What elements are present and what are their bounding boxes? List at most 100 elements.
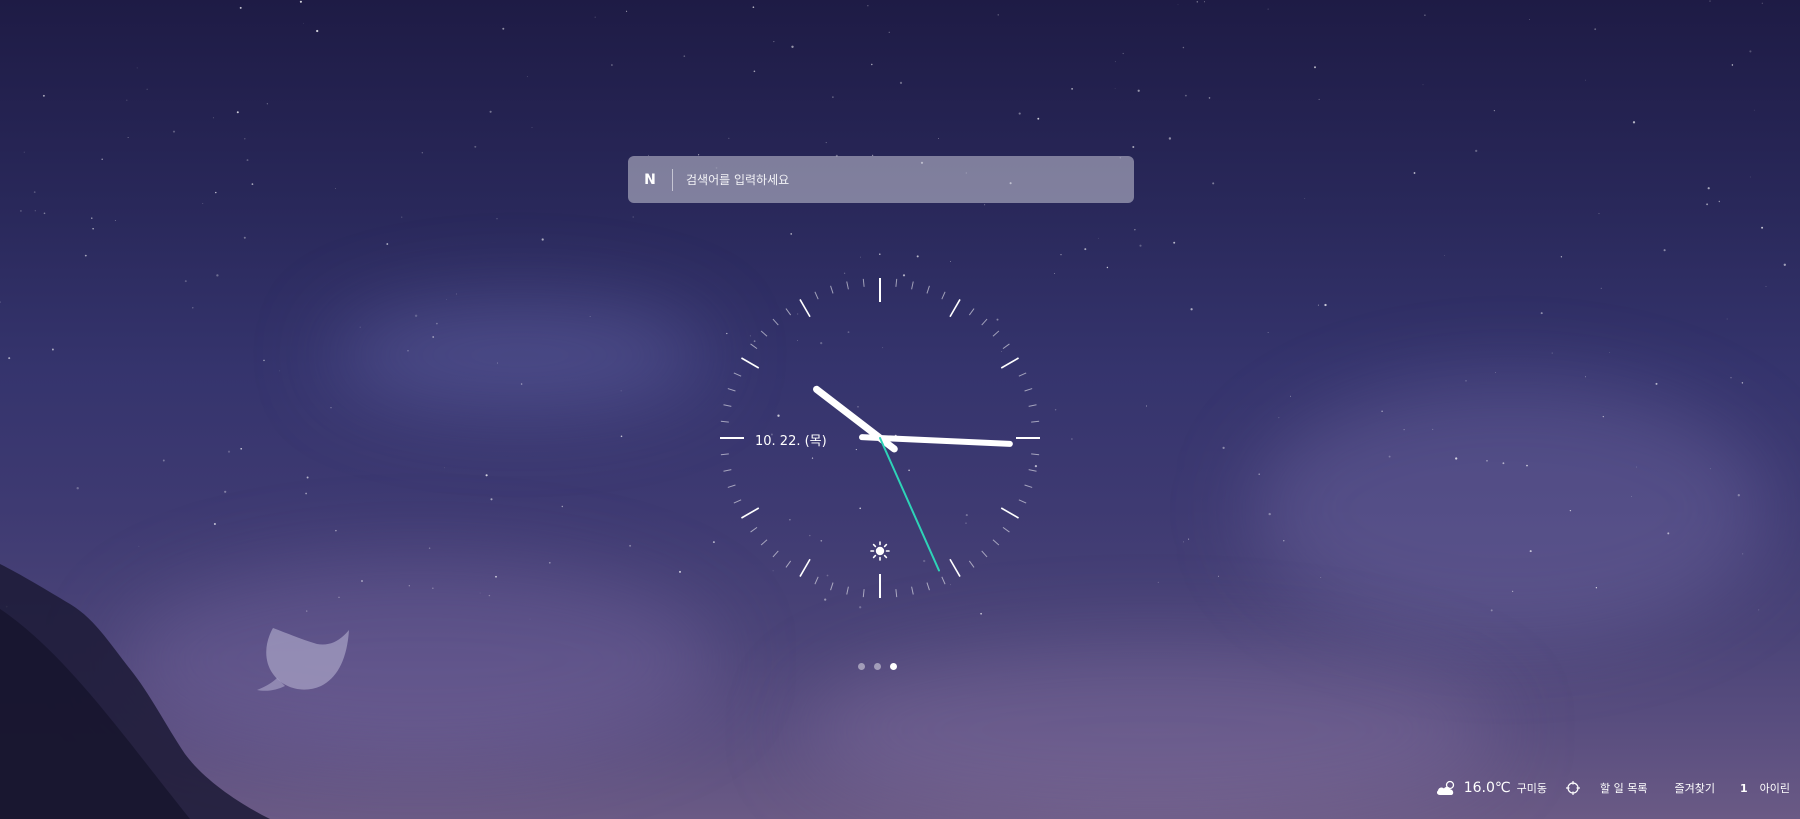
star [51,348,54,351]
star [1540,312,1543,315]
star [1569,509,1572,512]
naver-logo-icon[interactable]: N [628,156,672,203]
star [1283,540,1285,542]
star [1602,415,1604,418]
star [0,301,1,303]
star [495,575,497,578]
clock-tick [760,330,768,337]
clock-tick [1028,404,1037,407]
todo-list-link[interactable]: 할 일 목록 [1600,780,1647,796]
star [1183,541,1184,543]
star [1267,332,1269,333]
star [488,594,491,597]
star [212,117,215,119]
star [860,256,861,258]
star [531,127,533,128]
star [620,435,623,438]
star [529,618,531,620]
account-count-badge[interactable]: 1 [1740,782,1748,795]
star [496,218,498,220]
star [1318,98,1320,100]
clock-tick [1000,507,1019,519]
star [386,243,389,245]
star [871,63,873,66]
star [1413,172,1416,174]
clock-tick [846,586,849,595]
clock-tick [723,404,732,407]
star [1600,287,1602,290]
star [1208,97,1211,99]
star [1749,176,1751,178]
star [1765,286,1767,287]
star [1475,149,1478,153]
clock-tick [733,372,742,377]
star [244,138,246,140]
star [496,362,498,364]
weather-widget[interactable]: 16.0℃ 구미동 [1436,780,1566,796]
clock-tick [760,539,768,546]
star [101,158,103,160]
clock-tick [785,560,792,568]
clock-tick [968,560,975,568]
star [1268,512,1271,516]
star [33,191,36,193]
star [335,529,337,532]
star [1267,8,1269,10]
star [1258,473,1260,475]
clock-tick [926,582,930,591]
page-dot-3[interactable] [890,663,897,670]
star [414,314,418,317]
clock-tick [941,291,946,300]
crosshair-icon[interactable] [1566,781,1580,795]
clock-tick [1002,343,1010,350]
star [263,359,265,362]
star [980,612,982,615]
star [1097,237,1099,239]
star [266,103,268,105]
clock-tick [785,308,792,316]
cloud-icon [1436,780,1454,795]
clock-tick [981,550,988,558]
star [1758,609,1760,611]
star [1585,79,1586,81]
star [1529,18,1530,20]
star [1709,468,1711,470]
star [162,459,165,462]
star [1122,52,1124,55]
sun-icon [870,541,890,561]
star [361,580,363,582]
search-bar[interactable]: N [628,156,1134,203]
star [91,217,93,219]
star [407,349,409,352]
star [489,110,492,113]
star [1157,581,1159,583]
star [753,70,756,73]
search-input[interactable] [684,158,1134,201]
star [1444,255,1446,256]
star [1432,428,1434,430]
star [916,255,919,258]
star [1783,263,1786,266]
star [246,159,249,162]
star [1196,1,1199,3]
star [843,272,846,274]
page-dot-2[interactable] [874,663,881,670]
star [436,322,438,325]
star [1730,377,1732,379]
star [1511,590,1514,593]
clock-tick [772,318,779,326]
star [1495,372,1496,373]
star [316,29,319,33]
account-name[interactable]: 아이린 [1760,780,1790,796]
star [1595,587,1598,589]
clock-tick [733,499,742,504]
bookmarks-link[interactable]: 즐겨찾기 [1674,780,1714,796]
clock-tick [830,582,834,591]
star [1403,429,1405,431]
page-dot-1[interactable] [858,663,865,670]
star [338,596,340,598]
star [1663,249,1666,252]
star [728,137,730,140]
star [832,96,834,98]
star [432,587,434,589]
